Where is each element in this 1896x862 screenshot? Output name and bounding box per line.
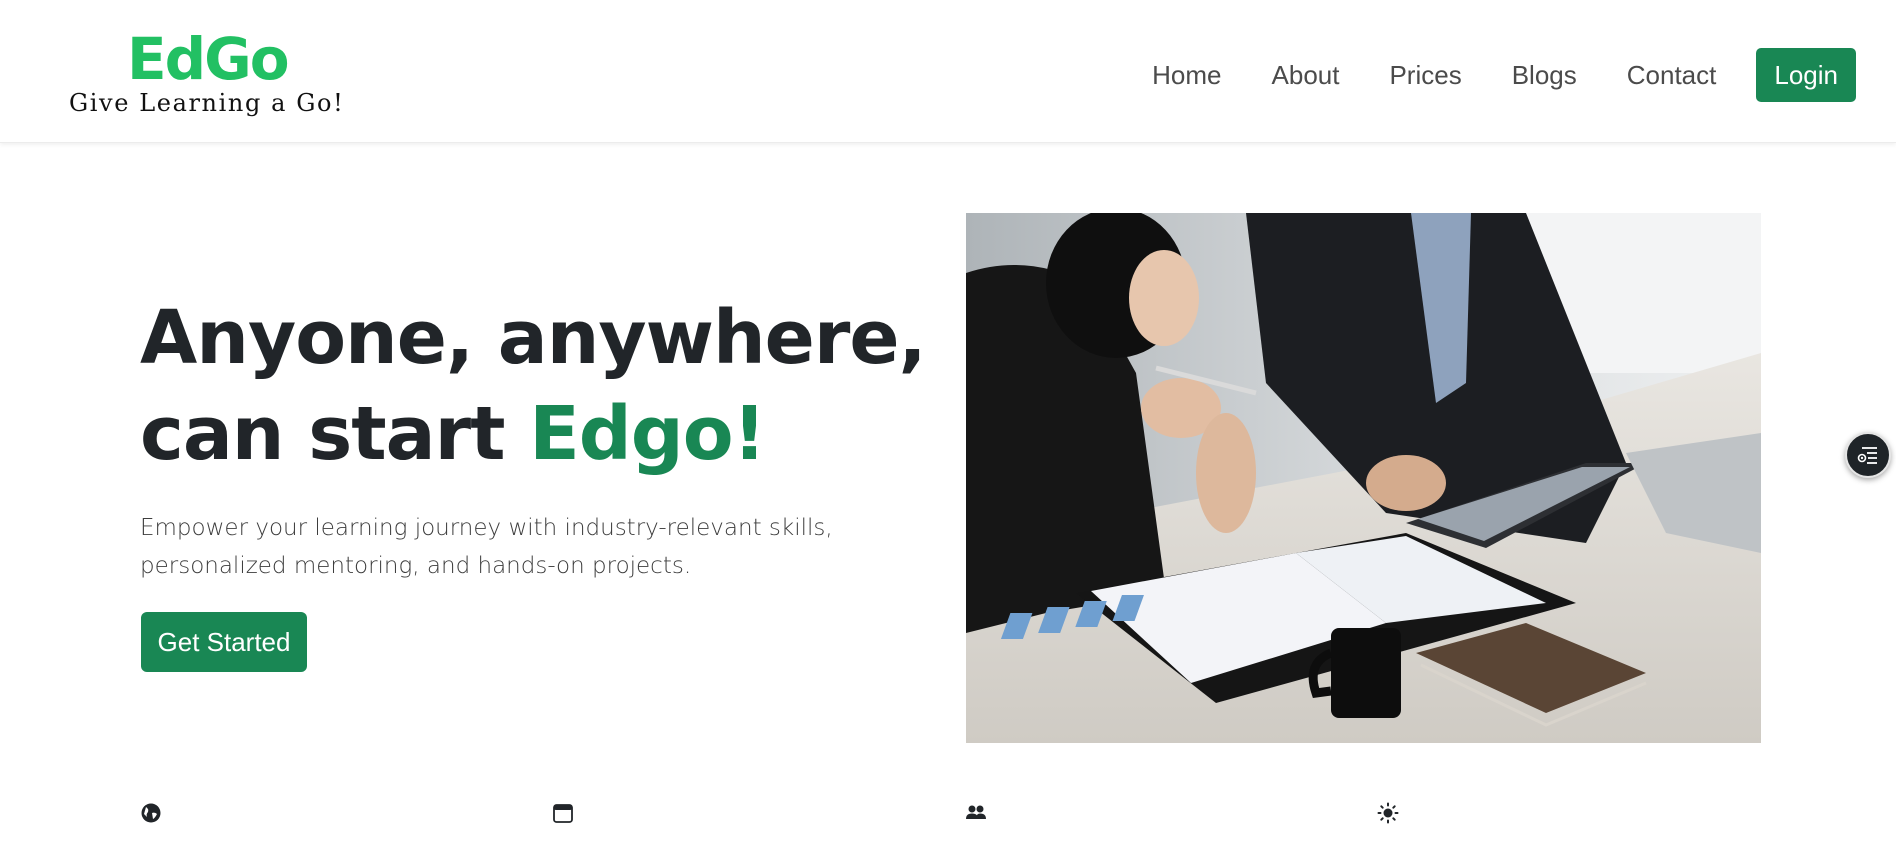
main-nav: Home About Prices Blogs Contact Login: [1152, 47, 1856, 103]
site-header: EdGo Give Learning a Go! Home About Pric…: [0, 0, 1896, 143]
hero-image: [966, 213, 1761, 743]
hero-title-line2: can start: [140, 391, 530, 477]
logo-tagline: Give Learning a Go!: [69, 89, 345, 117]
logo-mark: EdGo: [127, 25, 290, 93]
hero-title-line1: Anyone, anywhere,: [140, 295, 927, 381]
nav-home[interactable]: Home: [1152, 47, 1221, 103]
nav-about[interactable]: About: [1272, 47, 1340, 103]
nav-contact[interactable]: Contact: [1627, 47, 1717, 103]
business-meeting-photo: [966, 213, 1761, 743]
settings-list-icon: [1857, 447, 1877, 464]
sun-icon: [1377, 802, 1399, 824]
hero-subtitle: Empower your learning journey with indus…: [140, 515, 833, 579]
globe-icon: [141, 803, 161, 823]
people-icon: [966, 805, 986, 819]
nav-blogs[interactable]: Blogs: [1512, 47, 1577, 103]
nav-prices[interactable]: Prices: [1389, 47, 1461, 103]
login-button[interactable]: Login: [1756, 48, 1856, 102]
get-started-button[interactable]: Get Started: [141, 612, 307, 672]
logo[interactable]: EdGo Give Learning a Go!: [69, 28, 349, 120]
hero-title-accent: Edgo!: [529, 391, 766, 477]
settings-float-button[interactable]: [1845, 432, 1891, 478]
hero-title: Anyone, anywhere, can start Edgo!: [140, 290, 940, 482]
calendar-icon: [553, 804, 573, 823]
